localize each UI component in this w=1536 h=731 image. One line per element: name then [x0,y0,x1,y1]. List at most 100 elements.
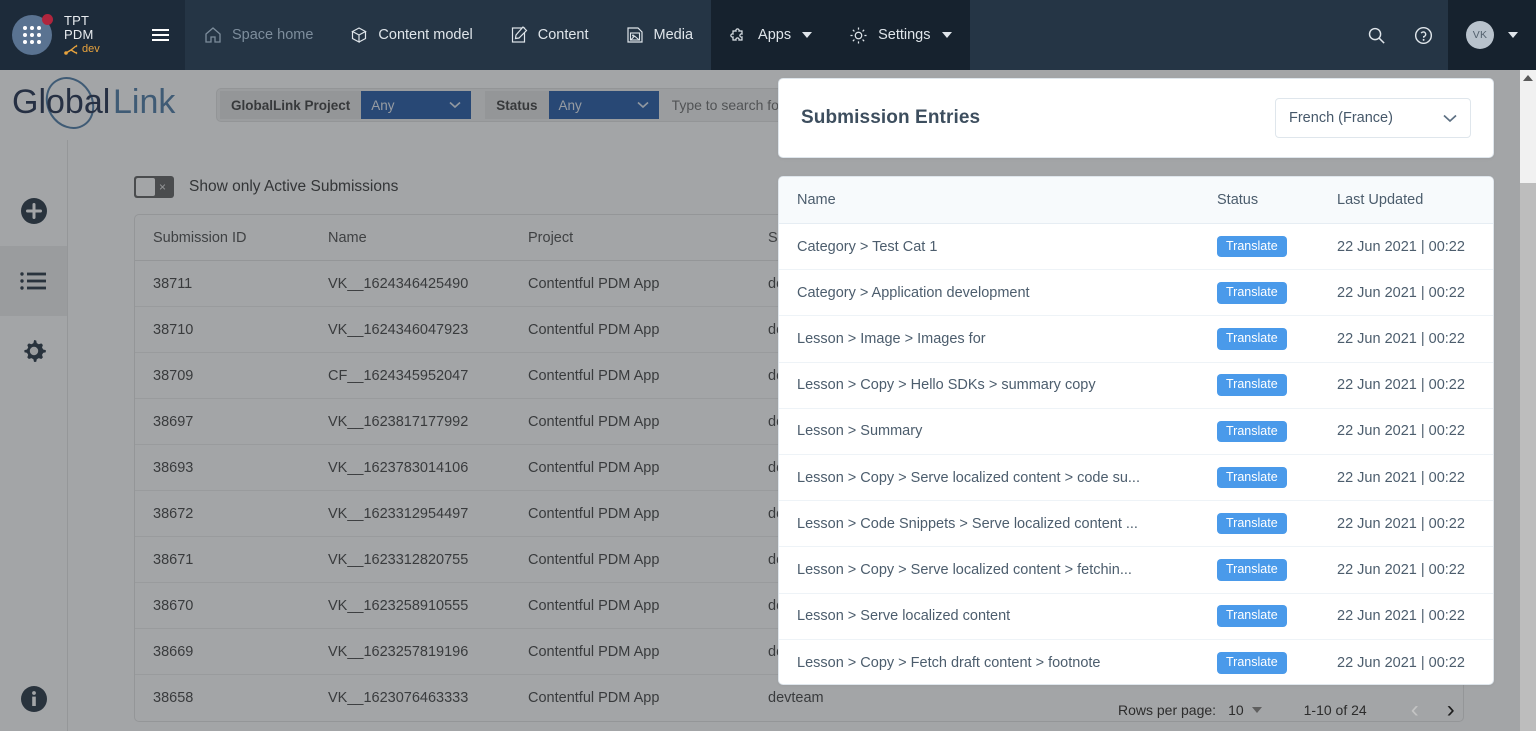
cell-name: Category > Test Cat 1 [797,238,938,255]
cell-name: Lesson > Copy > Hello SDKs > summary cop… [797,377,1096,394]
space-avatar [12,14,53,55]
chevron-down-icon [1251,707,1262,713]
cell-last-updated: 22 Jun 2021 | 00:22 [1337,469,1465,486]
cell-last-updated: 22 Jun 2021 | 00:22 [1337,238,1465,255]
chevron-down-icon [1443,114,1457,122]
nav-apps-label: Apps [758,27,792,43]
table-row[interactable]: Category > Test Cat 1 Translate 22 Jun 202… [779,224,1493,271]
table-row[interactable]: Lesson > Copy > Serve localized content … [779,455,1493,502]
nav-space-home-label: Space home [232,27,314,43]
cell-last-updated: 22 Jun 2021 | 00:22 [1337,330,1465,347]
cell-last-updated: 22 Jun 2021 | 00:22 [1337,608,1465,625]
previous-page-button[interactable]: ‹ [1411,698,1419,722]
cell-status: Translate [1217,420,1337,443]
chevron-down-icon [941,32,952,38]
entries-table-header: Name Status Last Updated [779,177,1493,224]
entries-table-body: Category > Test Cat 1 Translate 22 Jun 202… [779,224,1493,684]
scrollbar-thumb[interactable] [1520,183,1536,731]
table-row[interactable]: Lesson > Copy > Hello SDKs > summary cop… [779,363,1493,409]
column-status: Status [1217,192,1259,208]
home-icon [205,27,221,43]
content-pencil-icon [511,26,528,43]
content-model-icon [351,27,368,44]
nav-media[interactable]: Media [607,0,712,70]
table-row[interactable]: Lesson > Copy > Fetch draft content > fo… [779,640,1493,684]
language-select[interactable]: French (France) [1275,98,1471,138]
cell-status: Translate [1217,605,1337,627]
environment-label: dev [82,42,100,55]
cell-status: Translate [1217,282,1337,304]
status-badge[interactable]: Translate [1217,328,1287,350]
cell-name: Lesson > Summary [797,423,923,440]
nav-items: Space home Content model Content Media A… [185,0,970,70]
environment-row[interactable]: dev [64,42,100,56]
cell-last-updated: 22 Jun 2021 | 00:22 [1337,515,1465,532]
status-badge[interactable]: Translate [1217,282,1287,304]
status-badge[interactable]: Translate [1217,559,1287,581]
table-row[interactable]: Category > Application development Transl… [779,270,1493,317]
status-badge[interactable]: Translate [1217,652,1287,674]
cell-status: Translate [1217,559,1337,581]
nav-apps[interactable]: Apps [711,0,831,70]
cell-last-updated: 22 Jun 2021 | 00:22 [1337,423,1465,440]
table-row[interactable]: Lesson > Image > Images for Translate 22 J… [779,316,1493,363]
cell-last-updated: 22 Jun 2021 | 00:22 [1337,284,1465,301]
cell-status: Translate [1217,466,1337,489]
avatar: VK [1466,21,1494,49]
search-icon [1368,27,1385,44]
help-circle-icon [1414,26,1433,44]
cell-status: Translate [1217,374,1337,396]
nav-right-actions [1366,0,1448,70]
column-last-updated: Last Updated [1337,192,1424,208]
status-badge[interactable]: Translate [1217,420,1287,443]
nav-media-label: Media [653,27,694,43]
status-badge[interactable]: Translate [1217,466,1287,489]
notification-dot-icon [42,14,53,25]
pagination-controls: Rows per page: 10 1-10 of 24 ‹ › [1118,692,1494,728]
brand-labels: TPT PDM dev [64,14,100,55]
nav-content-label: Content [537,27,589,43]
top-navigation-bar: TPT PDM dev Space home Content model Con… [0,0,1536,70]
page-scrollbar[interactable] [1520,70,1536,731]
nav-settings[interactable]: Settings [830,0,970,70]
grid-dots-icon [23,26,41,44]
submission-entries-table-panel: Name Status Last Updated Category > Test… [778,176,1494,685]
cell-name: Lesson > Copy > Serve localized content … [797,469,1140,486]
space-name: PDM [64,27,94,42]
scroll-up-arrow-icon[interactable] [1523,75,1533,81]
organization-name: TPT [64,13,90,29]
nav-content-model[interactable]: Content model [331,0,490,70]
column-name: Name [797,192,836,208]
pagination-range: 1-10 of 24 [1303,702,1367,718]
cell-name: Lesson > Code Snippets > Serve localized… [797,515,1138,532]
page-title: Submission Entries [801,107,981,128]
help-button[interactable] [1413,25,1434,46]
nav-space-home[interactable]: Space home [185,0,331,70]
rows-per-page-label: Rows per page: [1118,702,1217,718]
next-page-button[interactable]: › [1447,698,1455,722]
search-button[interactable] [1366,25,1387,46]
rows-per-page-value: 10 [1228,702,1244,718]
space-brand-block[interactable]: TPT PDM dev [0,0,185,70]
table-row[interactable]: Lesson > Code Snippets > Serve localized… [779,501,1493,548]
status-badge[interactable]: Translate [1217,374,1287,396]
nav-content[interactable]: Content [491,0,607,70]
table-row[interactable]: Lesson > Serve localized content Translat… [779,594,1493,640]
status-badge[interactable]: Translate [1217,512,1287,535]
branch-icon [64,44,78,55]
user-menu[interactable]: VK [1448,0,1536,70]
menu-toggle-icon[interactable] [152,29,169,41]
table-row[interactable]: Lesson > Summary Translate 22 Jun 2021 | 0… [779,409,1493,455]
status-badge[interactable]: Translate [1217,605,1287,627]
cell-status: Translate [1217,235,1337,258]
media-image-icon [626,27,643,43]
cell-status: Translate [1217,512,1337,535]
status-badge[interactable]: Translate [1217,235,1287,258]
submission-entries-header-panel: Submission Entries French (France) [778,78,1494,158]
cell-name: Lesson > Copy > Fetch draft content > fo… [797,654,1101,671]
table-row[interactable]: Lesson > Copy > Serve localized content … [779,547,1493,594]
rows-per-page-select[interactable]: 10 [1228,702,1262,718]
cell-status: Translate [1217,328,1337,350]
language-select-value: French (France) [1289,110,1393,126]
